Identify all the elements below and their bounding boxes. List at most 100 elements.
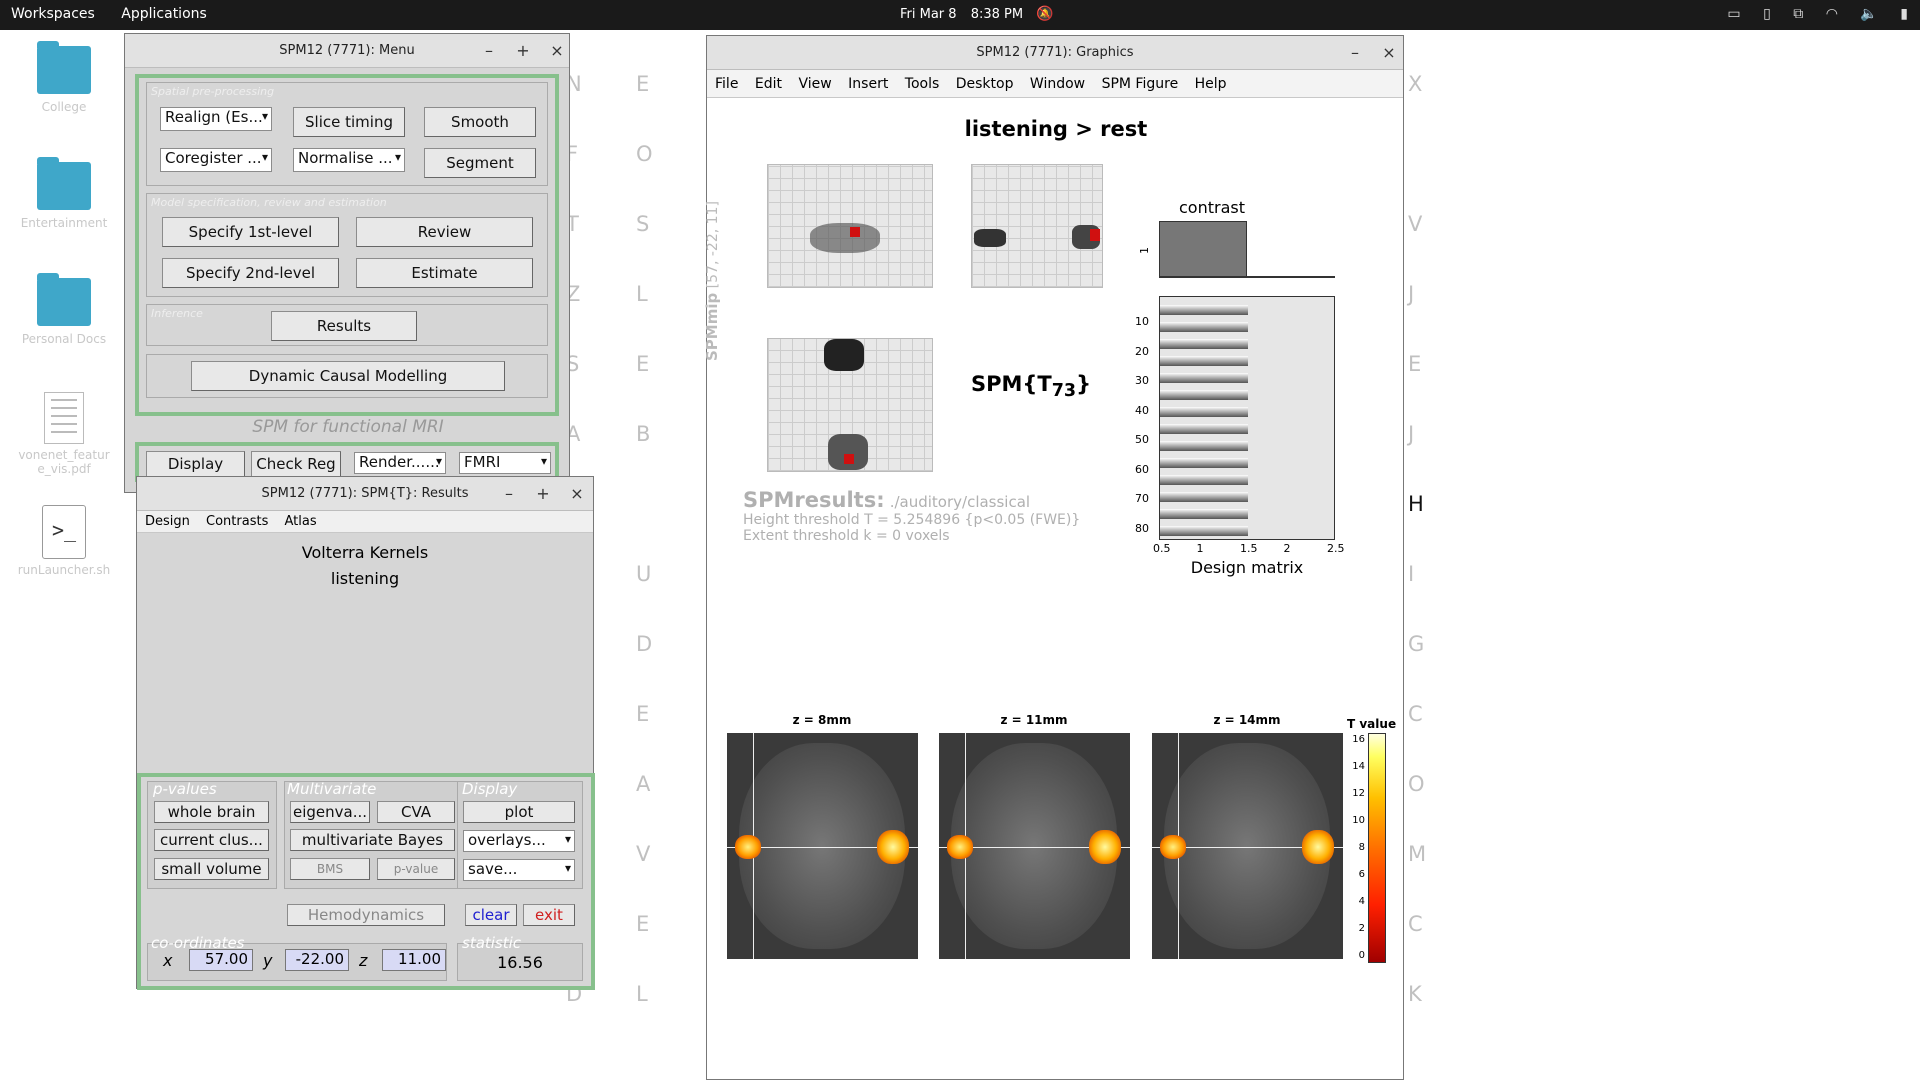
desktop-icon-entertainment[interactable]: Entertainment	[16, 157, 112, 230]
coregister-dropdown[interactable]: Coregister ...	[160, 148, 272, 172]
colorbar	[1368, 733, 1386, 963]
mip-coronal-view[interactable]	[971, 164, 1103, 288]
hemodynamics-button[interactable]: Hemodynamics	[287, 904, 445, 926]
y-coordinate-input[interactable]: -22.00	[285, 949, 349, 971]
design-matrix-block	[1160, 407, 1248, 417]
mip-side-label: SPMmip [57, -22, 11]	[703, 201, 721, 361]
mip-axial-view[interactable]	[767, 338, 933, 472]
panel-label: Spatial pre-processing	[151, 85, 275, 98]
close-button[interactable]: ×	[566, 477, 588, 511]
close-button[interactable]: ×	[546, 34, 568, 68]
current-cluster-button[interactable]: current clus...	[154, 829, 269, 851]
wallpaper-letter: E	[636, 702, 650, 726]
colorbar-tick: 2	[1358, 923, 1365, 934]
menu-view[interactable]: View	[798, 76, 831, 92]
bms-button[interactable]: BMS	[290, 858, 370, 880]
wallpaper-letter: G	[1408, 632, 1425, 656]
smooth-button[interactable]: Smooth	[424, 107, 536, 137]
desktop-icon-script[interactable]: >_ runLauncher.sh	[16, 505, 112, 577]
desktop-icon-pdf[interactable]: vonenet_feature_vis.pdf	[16, 392, 112, 476]
display-icon[interactable]: ▭	[1727, 6, 1740, 22]
results-button[interactable]: Results	[271, 311, 417, 341]
multivariate-bayes-button[interactable]: multivariate Bayes	[290, 829, 455, 851]
slice-image[interactable]	[727, 733, 918, 959]
eigenvariate-button[interactable]: eigenva...	[290, 801, 370, 823]
menu-spm-figure[interactable]: SPM Figure	[1102, 76, 1179, 92]
wifi-icon[interactable]: ◠	[1826, 6, 1838, 22]
slice-image[interactable]	[1152, 733, 1343, 959]
maximize-button[interactable]: +	[512, 34, 534, 68]
whole-brain-button[interactable]: whole brain	[154, 801, 269, 823]
battery-icon[interactable]: ▮	[1900, 6, 1908, 22]
cva-button[interactable]: CVA	[377, 801, 455, 823]
minimize-button[interactable]: –	[498, 477, 520, 511]
design-matrix-block	[1160, 475, 1248, 485]
save-dropdown[interactable]: save...	[463, 859, 575, 881]
spm-stat-close: }	[1076, 372, 1092, 396]
clear-button[interactable]: clear	[465, 904, 517, 926]
applications-menu[interactable]: Applications	[121, 6, 207, 22]
spm-menu-window: SPM12 (7771): Menu – + × Spatial pre-pro…	[124, 33, 570, 493]
desktop-icon-personal-docs[interactable]: Personal Docs	[16, 273, 112, 346]
workspaces-menu[interactable]: Workspaces	[11, 6, 95, 22]
multivariate-label: Multivariate	[287, 780, 377, 798]
segment-button[interactable]: Segment	[424, 148, 536, 178]
overlays-dropdown[interactable]: overlays...	[463, 830, 575, 852]
menu-help[interactable]: Help	[1195, 76, 1227, 92]
menu-contrasts[interactable]: Contrasts	[206, 514, 268, 529]
minimize-button[interactable]: –	[478, 34, 500, 68]
notifications-muted-icon[interactable]: 🔕	[1036, 6, 1053, 22]
check-reg-button[interactable]: Check Reg	[251, 451, 341, 477]
specify-1st-level-button[interactable]: Specify 1st-level	[162, 217, 339, 247]
spm-mip-label: SPMmip	[703, 292, 721, 361]
menu-atlas[interactable]: Atlas	[285, 514, 317, 529]
mip-sagittal-view[interactable]	[767, 164, 933, 288]
spm-graphics-window: SPM12 (7771): Graphics – × File Edit Vie…	[703, 35, 1404, 1080]
estimate-button[interactable]: Estimate	[356, 258, 533, 288]
dcm-button[interactable]: Dynamic Causal Modelling	[191, 361, 505, 391]
desktop-icon-college[interactable]: College	[16, 41, 112, 114]
clipboard-icon[interactable]: ▯	[1763, 6, 1771, 22]
window-titlebar[interactable]: SPM12 (7771): SPM{T}: Results – + ×	[137, 477, 593, 511]
menu-insert[interactable]: Insert	[848, 76, 888, 92]
display-button[interactable]: Display	[146, 451, 245, 477]
p-value-button[interactable]: p-value	[377, 858, 455, 880]
wallpaper-letter: E	[636, 352, 650, 376]
slice-timing-button[interactable]: Slice timing	[293, 107, 405, 137]
plot-button[interactable]: plot	[463, 801, 575, 823]
contrast-bar	[1159, 221, 1247, 277]
spm-stat-text: SPM{T	[971, 372, 1052, 396]
window-titlebar[interactable]: SPM12 (7771): Menu – + ×	[125, 34, 569, 68]
maximize-button[interactable]: +	[532, 477, 554, 511]
exit-button[interactable]: exit	[523, 904, 575, 926]
review-button[interactable]: Review	[356, 217, 533, 247]
results-menubar: Design Contrasts Atlas	[137, 511, 593, 533]
menu-window[interactable]: Window	[1030, 76, 1085, 92]
menu-edit[interactable]: Edit	[755, 76, 782, 92]
menu-design[interactable]: Design	[145, 514, 190, 529]
menu-file[interactable]: File	[715, 76, 738, 92]
x-coordinate-input[interactable]: 57.00	[189, 949, 253, 971]
design-matrix-y-tick: 80	[1135, 521, 1149, 535]
render-dropdown[interactable]: Render......	[354, 452, 446, 474]
normalise-dropdown[interactable]: Normalise ...	[293, 148, 405, 172]
modality-dropdown[interactable]: FMRI	[459, 452, 551, 474]
realign-dropdown[interactable]: Realign (Es...	[160, 107, 272, 131]
window-titlebar[interactable]: SPM12 (7771): Graphics – ×	[707, 36, 1403, 70]
minimize-button[interactable]: –	[1344, 36, 1366, 70]
screen-icon[interactable]: ⧉	[1793, 6, 1803, 22]
slice-image[interactable]	[939, 733, 1130, 959]
graphics-menubar: File Edit View Insert Tools Desktop Wind…	[707, 70, 1403, 98]
close-button[interactable]: ×	[1378, 36, 1400, 70]
small-volume-button[interactable]: small volume	[154, 858, 269, 880]
wallpaper-letter: B	[636, 422, 651, 446]
clock[interactable]: Fri Mar 8 8:38 PM	[900, 7, 1033, 22]
volume-icon[interactable]: 🔈	[1860, 6, 1877, 22]
menu-tools[interactable]: Tools	[905, 76, 940, 92]
z-coordinate-input[interactable]: 11.00	[382, 949, 446, 971]
design-matrix-block	[1160, 305, 1248, 315]
specify-2nd-level-button[interactable]: Specify 2nd-level	[162, 258, 339, 288]
menu-desktop[interactable]: Desktop	[956, 76, 1014, 92]
design-matrix[interactable]	[1159, 296, 1335, 540]
design-matrix-y-tick: 10	[1135, 315, 1149, 328]
